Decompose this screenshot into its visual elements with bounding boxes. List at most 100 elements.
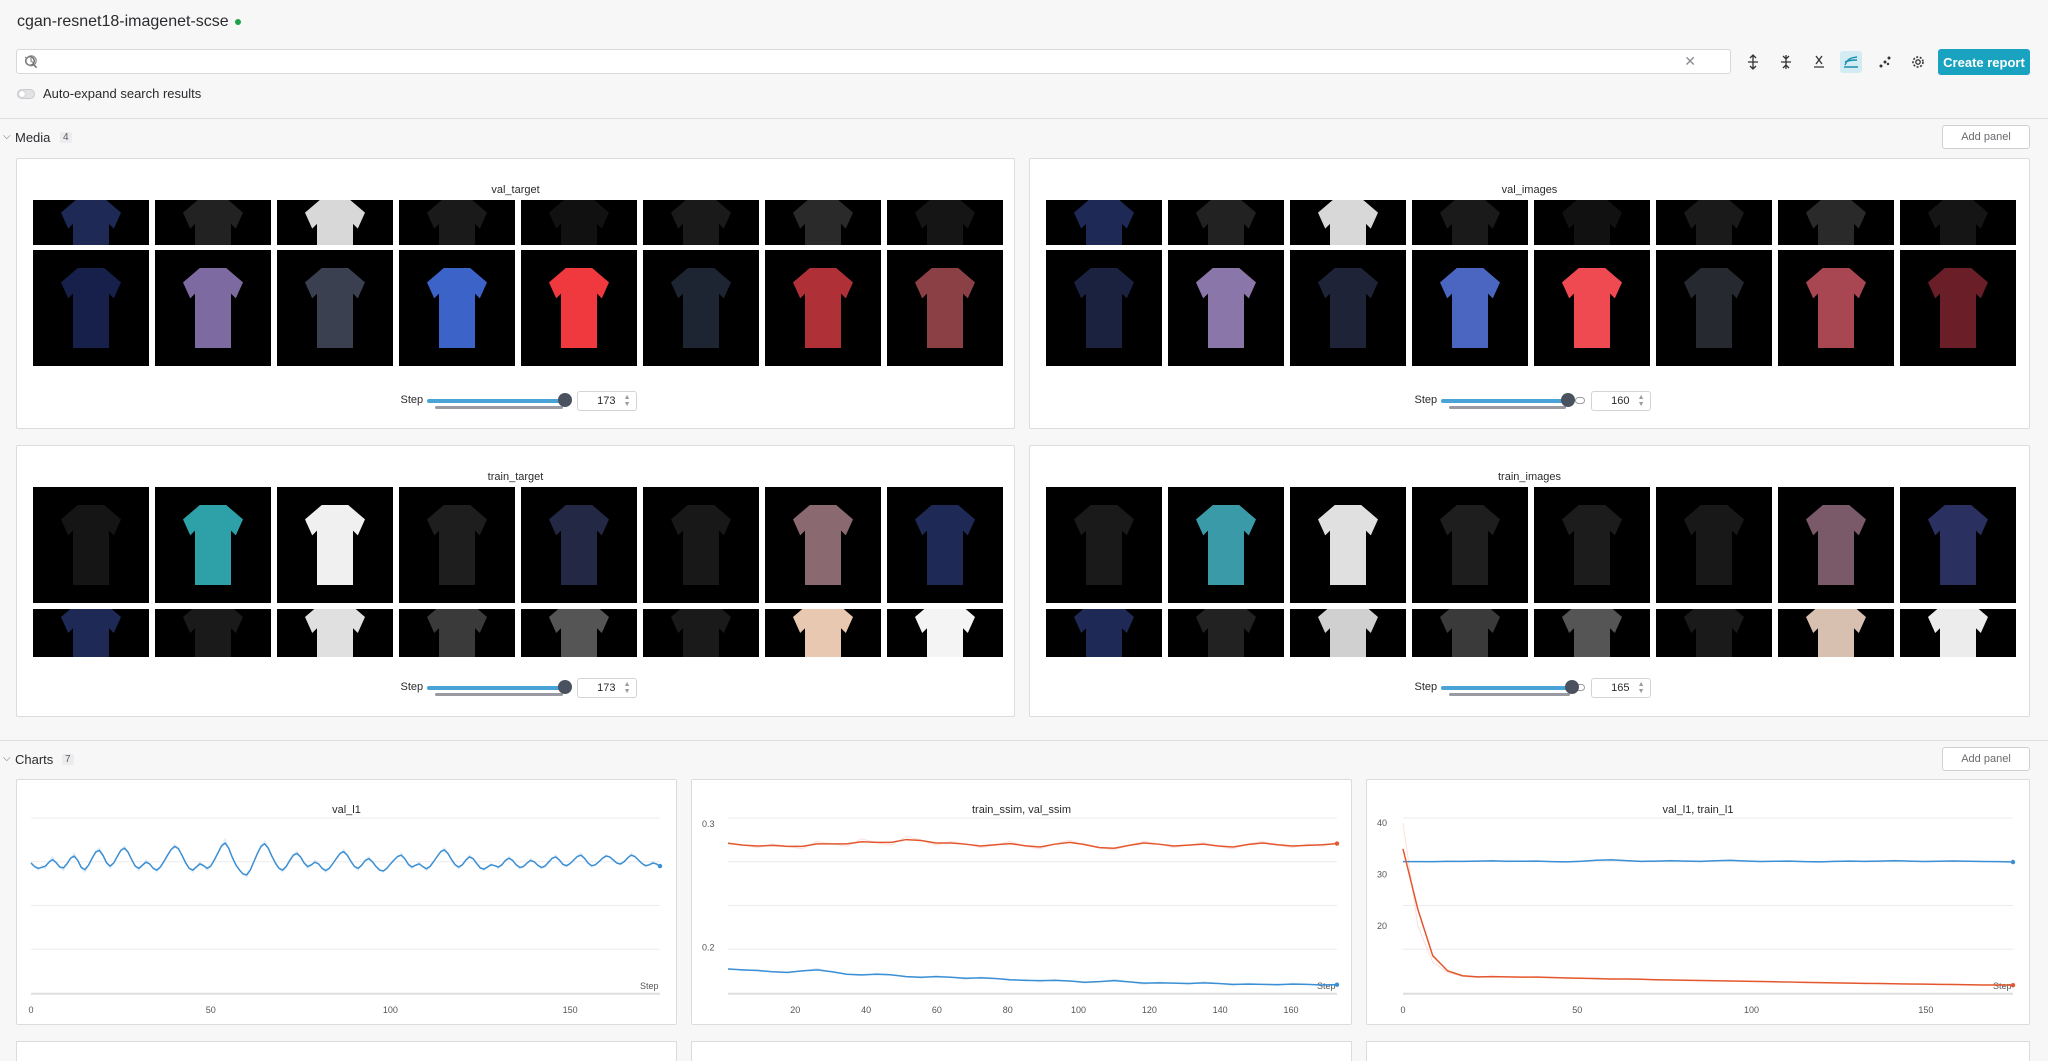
stepper-arrows-icon[interactable]: ▲ ▼ [1638, 681, 1645, 695]
search-input[interactable] [45, 52, 1685, 71]
scatter-icon[interactable] [1874, 51, 1896, 73]
media-thumbnail[interactable] [277, 609, 393, 657]
chart-panel-train-ssim-val-ssim[interactable]: train_ssim, val_ssim 20 40 60 80 100 120 140 160… [691, 779, 1352, 1025]
charts-add-panel-button[interactable]: Add panel [1942, 747, 2030, 771]
media-thumbnail[interactable] [1900, 200, 2016, 245]
media-thumbnail[interactable] [643, 609, 759, 657]
media-thumbnail[interactable] [1290, 250, 1406, 366]
media-thumbnail[interactable] [1534, 487, 1650, 603]
media-thumbnail[interactable] [1778, 609, 1894, 657]
step-input[interactable]: 173 ▲ ▼ [576, 678, 637, 698]
step-slider-track[interactable] [426, 686, 565, 690]
media-thumbnail[interactable] [33, 487, 149, 603]
media-thumbnail[interactable] [1778, 200, 1894, 245]
media-thumbnail[interactable] [1412, 250, 1528, 366]
media-thumbnail[interactable] [399, 487, 515, 603]
step-slider-handle[interactable] [557, 393, 572, 407]
media-thumbnail[interactable] [521, 609, 637, 657]
media-thumbnail[interactable] [1412, 487, 1528, 603]
media-thumbnail[interactable] [155, 609, 271, 657]
chevron-down-icon[interactable]: ⌵ [3, 131, 11, 142]
media-thumbnail[interactable] [643, 250, 759, 366]
media-thumbnail[interactable] [1656, 609, 1772, 657]
media-panel-val-target[interactable]: val_target Step 173 ▲ ▼ [16, 158, 1015, 429]
media-thumbnail[interactable] [1534, 200, 1650, 245]
media-thumbnail[interactable] [1778, 250, 1894, 366]
media-add-panel-button[interactable]: Add panel [1942, 125, 2030, 149]
stepper-arrows-icon[interactable]: ▲ ▼ [624, 681, 631, 695]
media-thumbnail[interactable] [887, 609, 1003, 657]
media-panel-train-target[interactable]: train_target Step 173 ▲ ▼ [16, 445, 1015, 717]
media-thumbnail[interactable] [1900, 487, 2016, 603]
media-thumbnail[interactable] [1168, 609, 1284, 657]
step-slider-track[interactable] [426, 399, 565, 403]
media-thumbnail[interactable] [277, 200, 393, 245]
history-icon[interactable] [24, 54, 38, 68]
media-thumbnail[interactable] [1412, 200, 1528, 245]
media-thumbnail[interactable] [1290, 487, 1406, 603]
media-thumbnail[interactable] [155, 200, 271, 245]
media-panel-val-images[interactable]: val_images Step 160 ▲ ▼ [1029, 158, 2030, 429]
step-slider-handle[interactable] [557, 680, 572, 694]
media-thumbnail[interactable] [155, 250, 271, 366]
media-thumbnail[interactable] [1412, 609, 1528, 657]
media-thumbnail[interactable] [1046, 609, 1162, 657]
collapse-sections-icon[interactable] [1775, 51, 1797, 73]
sort-icon[interactable] [1808, 51, 1830, 73]
media-panel-train-images[interactable]: train_images Step 165 ▲ ▼ [1029, 445, 2030, 717]
media-thumbnail[interactable] [521, 487, 637, 603]
media-thumbnail[interactable] [33, 609, 149, 657]
stepper-arrows-icon[interactable]: ▲ ▼ [1638, 394, 1645, 408]
media-thumbnail[interactable] [33, 200, 149, 245]
media-thumbnail[interactable] [1900, 609, 2016, 657]
media-thumbnail[interactable] [1656, 487, 1772, 603]
media-thumbnail[interactable] [887, 250, 1003, 366]
media-thumbnail[interactable] [277, 250, 393, 366]
chart-panel-val-l1-train-l1[interactable]: val_l1, train_l1 0 50 100 150 40 30 20 Step [1366, 779, 2030, 1025]
step-input[interactable]: 165 ▲ ▼ [1590, 678, 1651, 698]
media-thumbnail[interactable] [1290, 200, 1406, 245]
chart-panel-val-l1[interactable]: val_l1 0 50 100 150 Step [16, 779, 677, 1025]
media-thumbnail[interactable] [399, 200, 515, 245]
step-slider-track[interactable] [1440, 399, 1568, 403]
media-thumbnail[interactable] [765, 200, 881, 245]
chevron-down-icon[interactable]: ⌵ [3, 753, 11, 764]
media-thumbnail[interactable] [643, 200, 759, 245]
media-thumbnail[interactable] [1290, 609, 1406, 657]
clear-search-icon[interactable]: ✕ [1684, 53, 1696, 70]
media-thumbnail[interactable] [1046, 487, 1162, 603]
media-thumbnail[interactable] [765, 487, 881, 603]
media-thumbnail[interactable] [1778, 487, 1894, 603]
media-thumbnail[interactable] [887, 200, 1003, 245]
media-thumbnail[interactable] [1534, 250, 1650, 366]
media-thumbnail[interactable] [399, 609, 515, 657]
media-thumbnail[interactable] [33, 250, 149, 366]
create-report-button[interactable]: Create report [1938, 49, 2030, 75]
media-thumbnail[interactable] [1046, 200, 1162, 245]
charts-section-header[interactable]: ⌵ Charts 7 [0, 750, 2048, 770]
auto-expand-toggle[interactable] [17, 89, 35, 99]
media-thumbnail[interactable] [1168, 250, 1284, 366]
media-section-header[interactable]: ⌵ Media 4 [0, 128, 2048, 148]
media-thumbnail[interactable] [155, 487, 271, 603]
step-slider-track[interactable] [1440, 686, 1572, 690]
settings-icon[interactable] [1907, 51, 1929, 73]
media-thumbnail[interactable] [765, 609, 881, 657]
media-thumbnail[interactable] [1046, 250, 1162, 366]
media-thumbnail[interactable] [887, 487, 1003, 603]
media-thumbnail[interactable] [521, 250, 637, 366]
stepper-arrows-icon[interactable]: ▲ ▼ [624, 394, 631, 408]
step-slider-handle[interactable] [1564, 680, 1579, 694]
media-thumbnail[interactable] [765, 250, 881, 366]
media-thumbnail[interactable] [1168, 200, 1284, 245]
step-slider-handle[interactable] [1560, 393, 1575, 407]
search-bar[interactable]: ✕ [16, 49, 1731, 74]
media-thumbnail[interactable] [1534, 609, 1650, 657]
smoothing-icon[interactable] [1840, 51, 1862, 73]
media-thumbnail[interactable] [1168, 487, 1284, 603]
media-thumbnail[interactable] [643, 487, 759, 603]
media-thumbnail[interactable] [1656, 250, 1772, 366]
expand-sections-icon[interactable] [1742, 51, 1764, 73]
media-thumbnail[interactable] [277, 487, 393, 603]
media-thumbnail[interactable] [521, 200, 637, 245]
